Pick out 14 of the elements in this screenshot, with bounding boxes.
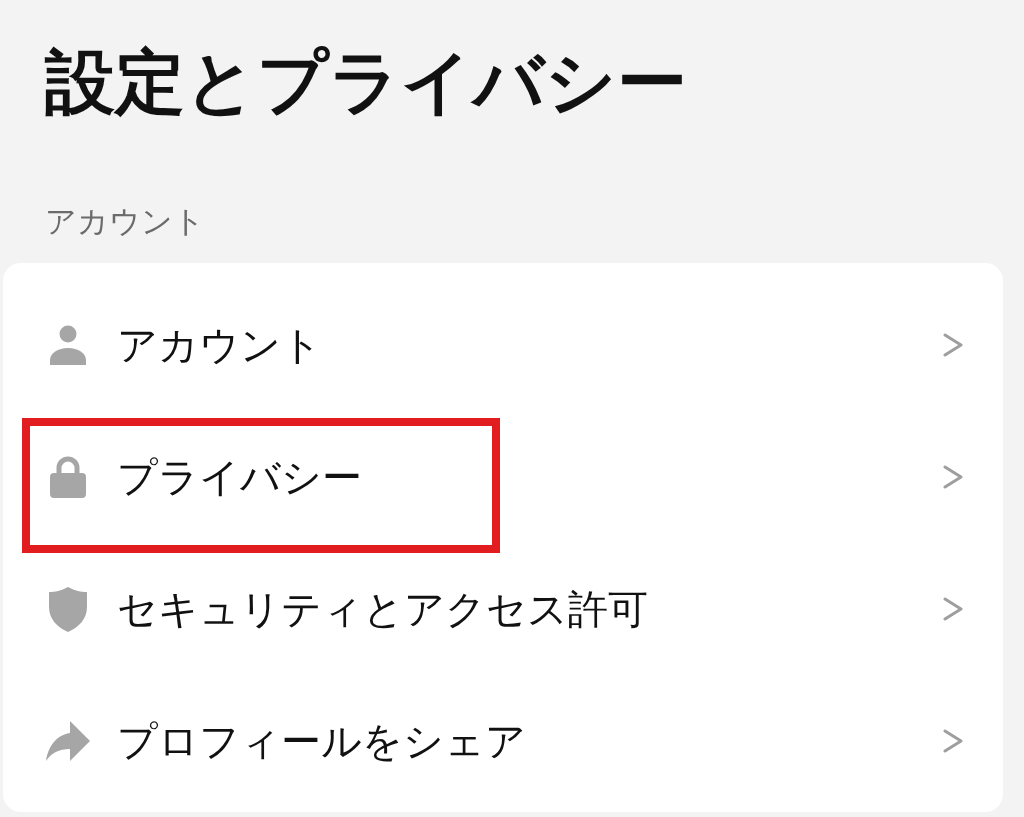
shield-icon (49, 586, 87, 632)
lock-icon (50, 456, 86, 498)
chevron-right-icon (943, 729, 963, 753)
chevron-right-icon (943, 597, 963, 621)
section-label: アカウント (45, 203, 205, 240)
settings-menu-item[interactable]: プライバシー (3, 411, 1003, 543)
page-title: 設定とプライバシー (45, 40, 687, 124)
share-arrow-icon (46, 721, 90, 761)
settings-menu-item[interactable]: プロフィールをシェア (3, 675, 1003, 807)
chevron-right-icon (943, 465, 963, 489)
settings-menu-item[interactable]: アカウント (3, 279, 1003, 411)
settings-menu-item[interactable]: セキュリティとアクセス許可 (3, 543, 1003, 675)
person-icon (50, 325, 86, 365)
chevron-right-icon (943, 333, 963, 357)
